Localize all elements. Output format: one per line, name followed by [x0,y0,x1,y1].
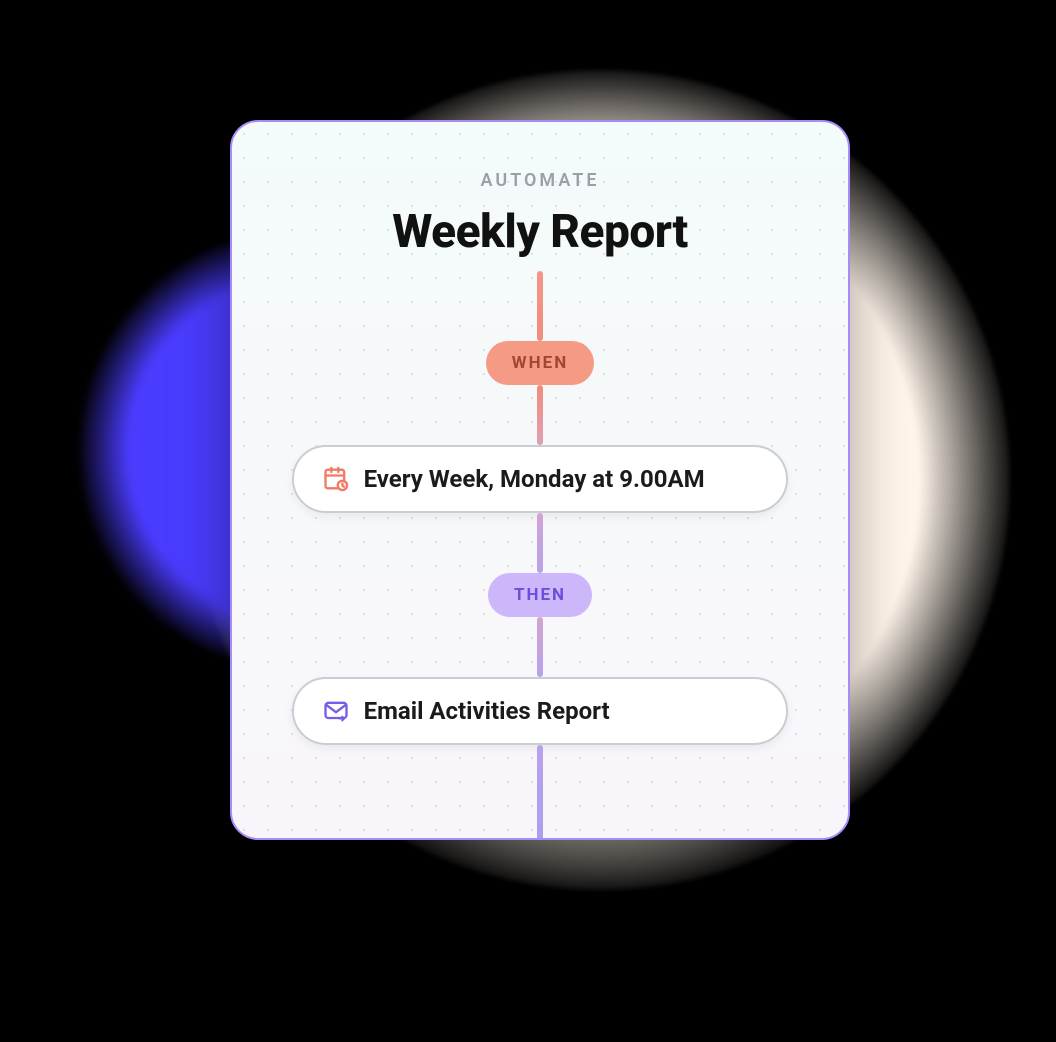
card-title: Weekly Report [392,205,688,259]
when-badge: WHEN [486,341,594,385]
action-text: Email Activities Report [364,697,610,725]
mail-forward-icon [322,697,350,725]
connector-line [537,271,543,341]
connector-line [537,745,543,840]
trigger-text: Every Week, Monday at 9.00AM [364,465,705,493]
connector-line [537,385,543,445]
then-badge: THEN [488,573,592,617]
section-label: AUTOMATE [481,170,600,191]
trigger-pill[interactable]: Every Week, Monday at 9.00AM [292,445,789,513]
automation-card: AUTOMATE Weekly Report WHEN Every Week, … [230,120,850,840]
action-pill[interactable]: Email Activities Report [292,677,789,745]
calendar-clock-icon [322,465,350,493]
connector-line [537,617,543,677]
connector-line [537,513,543,573]
